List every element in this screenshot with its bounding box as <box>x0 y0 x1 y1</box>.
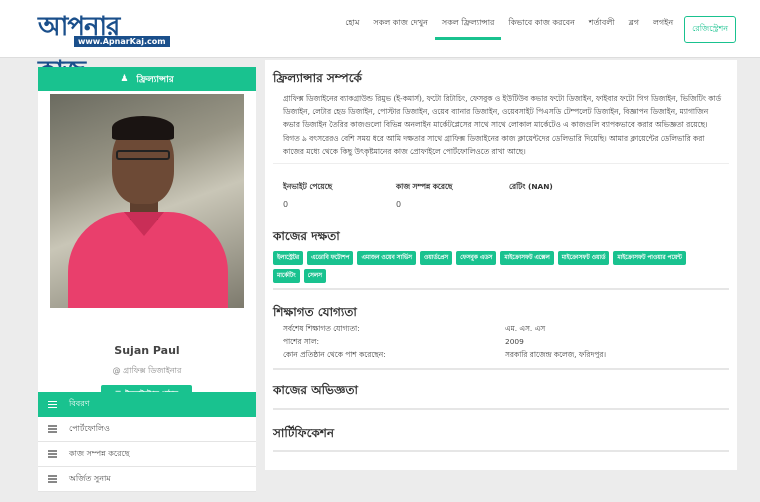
about-title: ফ্রিল্যান্সার সম্পর্কে <box>273 71 362 85</box>
list-icon <box>48 425 57 433</box>
profile-details: ফ্রিল্যান্সার সম্পর্কে গ্রাফিক্স ডিজাইনে… <box>265 60 737 470</box>
stat-completed-value: 0 <box>396 200 402 209</box>
divider <box>273 163 729 164</box>
skill-tag: ফেসবুক এডস <box>456 251 497 265</box>
skill-tag: এমাজন ওয়েব সার্ভিস <box>357 251 416 265</box>
freelancer-name: Sujan Paul <box>114 344 180 357</box>
divider <box>273 450 729 452</box>
nav-all-jobs[interactable]: সকল কাজ দেখুন <box>366 0 434 58</box>
stat-rating-label: রেটিং (NAN) <box>509 182 553 191</box>
menu-item-completed-jobs[interactable]: কাজ সম্পন্ন করেছে <box>38 442 256 467</box>
user-icon: ♟ <box>120 74 129 84</box>
edu-label: সর্বশেষ শিক্ষাগত যোগ্যতা: <box>283 324 360 333</box>
skill-tag: মাইক্রোসফট পাওয়ার পয়েন্ট <box>613 251 686 265</box>
nav-how-it-works[interactable]: কিভাবে কাজ করবেন <box>501 0 581 58</box>
nav-all-freelancers[interactable]: সকল ফ্রিল্যান্সার <box>434 0 502 58</box>
menu-item-label: বিবরণ <box>69 399 90 408</box>
profile-sidebar: ♟ ফ্রিল্যান্সার Sujan Paul @ গ্রাফিক্স ড… <box>38 67 256 403</box>
edu-label: পাশের সাল: <box>283 337 319 346</box>
menu-item-reputation[interactable]: অর্জিত সুনাম <box>38 467 256 492</box>
skill-tag: ইলাস্ট্রেটর <box>273 251 304 265</box>
skills-title: কাজের দক্ষতা <box>273 229 340 243</box>
main-nav: হোম সকল কাজ দেখুন সকল ফ্রিল্যান্সার কিভা… <box>338 0 736 58</box>
site-logo[interactable]: আপনার কাজ www.ApnarKaj.com <box>38 6 170 86</box>
menu-item-label: অর্জিত সুনাম <box>69 473 111 483</box>
list-icon <box>48 475 57 483</box>
skills-list: ইলাস্ট্রেটর এডোবি ফটোশপ এমাজন ওয়েব সার্… <box>273 251 713 283</box>
skill-tag: সেলস <box>303 269 326 283</box>
stat-invites-label: ইনভাইট পেয়েছে <box>283 182 333 191</box>
nav-blog[interactable]: ব্লগ <box>622 0 646 58</box>
skill-tag: মাইক্রোসফট এক্সেল <box>500 251 554 265</box>
stat-completed-label: কাজ সম্পন্ন করেছে <box>396 182 453 191</box>
profile-panel-header: ♟ ফ্রিল্যান্সার <box>38 67 256 91</box>
freelancer-role: @ গ্রাফিক্স ডিজাইনার <box>112 366 182 375</box>
divider <box>273 288 729 290</box>
about-text: গ্রাফিক্স ডিজাইনের ব্যাকগ্রাউন্ড রিমুভ (… <box>283 94 722 156</box>
education-title: শিক্ষাগত যোগ্যতা <box>273 305 357 319</box>
nav-home[interactable]: হোম <box>338 0 366 58</box>
skill-tag: এডোবি ফটোশপ <box>307 251 354 265</box>
skill-tag: ওয়ার্ডপ্রেস <box>420 251 453 265</box>
certification-title: সার্টিফিকেশন <box>273 426 335 440</box>
profile-card: Sujan Paul @ গ্রাফিক্স ডিজাইনার ☰ ইনভাইট… <box>38 91 256 403</box>
profile-menu: বিবরণ পোর্টফোলিও কাজ সম্পন্ন করেছে অর্জি… <box>38 392 256 492</box>
list-icon <box>48 450 57 458</box>
divider <box>273 368 729 370</box>
divider <box>273 408 729 410</box>
profile-panel-title: ফ্রিল্যান্সার <box>136 74 174 85</box>
edu-value: সরকারি রাজেন্দ্র কলেজ, ফরিদপুর। <box>505 350 607 359</box>
nav-terms[interactable]: শর্তাবলী <box>582 0 622 58</box>
experience-title: কাজের অভিজ্ঞতা <box>273 383 358 397</box>
skill-tag: মার্কেটিং <box>273 269 300 283</box>
skill-tag: মাইক্রোসফট ওয়ার্ড <box>557 251 610 265</box>
menu-item-label: কাজ সম্পন্ন করেছে <box>69 448 130 458</box>
menu-item-portfolio[interactable]: পোর্টফোলিও <box>38 417 256 442</box>
edu-value: 2009 <box>505 337 524 346</box>
top-header: আপনার কাজ www.ApnarKaj.com হোম সকল কাজ দ… <box>0 0 760 86</box>
nav-login[interactable]: লগইন <box>646 0 680 58</box>
register-button[interactable]: রেজিস্ট্রেশন <box>684 15 736 43</box>
edu-label: কোন প্রতিষ্ঠান থেকে পাশ করেছেন: <box>283 350 386 359</box>
list-icon <box>48 400 57 409</box>
menu-item-label: পোর্টফোলিও <box>69 423 110 433</box>
edu-value: এম. এস. এস <box>505 324 546 333</box>
menu-item-details[interactable]: বিবরণ <box>38 392 256 417</box>
stat-invites-value: 0 <box>283 200 289 209</box>
profile-photo <box>50 94 244 308</box>
logo-url: www.ApnarKaj.com <box>74 36 170 47</box>
